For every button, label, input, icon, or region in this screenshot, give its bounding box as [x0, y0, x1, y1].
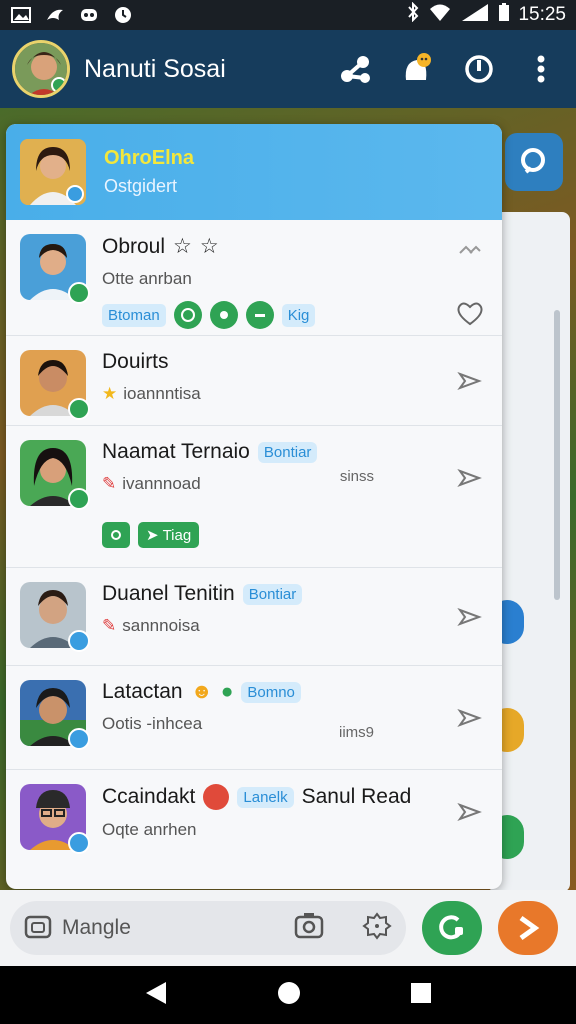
timestamp: iims9: [338, 724, 374, 741]
camera-icon[interactable]: [102, 522, 130, 548]
message-preview: ioannntisa: [123, 384, 201, 403]
forward-icon[interactable]: [456, 464, 484, 492]
message-input[interactable]: Mangle: [10, 901, 406, 955]
list-item[interactable]: Latactan ☻ ● Bomno Ootis -inhcea iims9: [6, 666, 502, 770]
role-chip: Bontiar: [257, 441, 318, 463]
message-preview: Otte anrban: [102, 269, 192, 288]
online-badge: [68, 398, 90, 420]
send-button[interactable]: [498, 901, 558, 955]
call-button[interactable]: [422, 901, 482, 955]
wifi-icon: [428, 2, 452, 28]
online-badge: [68, 488, 90, 510]
gallery-icon[interactable]: [24, 913, 52, 944]
power-icon[interactable]: [462, 52, 496, 86]
contact-name: Obroul: [102, 234, 166, 258]
bird-icon: [44, 6, 66, 24]
online-badge: [68, 282, 90, 304]
message-preview: Ootis -inhcea: [102, 714, 203, 733]
share-icon[interactable]: [338, 52, 372, 86]
list-item[interactable]: Douirts ★ ioannntisa: [6, 336, 502, 426]
chat-list-panel: OhroElna Ostgidert Obroul ☆ ☆ Otte anrba…: [6, 124, 502, 889]
notifications-icon[interactable]: [400, 52, 434, 86]
contact-name: Latactan: [102, 680, 183, 703]
gear-icon[interactable]: [209, 301, 238, 329]
home-icon[interactable]: [276, 980, 302, 1011]
pen-icon: ✎: [102, 474, 117, 493]
list-item[interactable]: Obroul ☆ ☆ Otte anrban Btoman Kig: [6, 220, 502, 336]
status-bar: 15:25: [0, 0, 576, 30]
pen-icon: ✎: [102, 616, 117, 635]
app-header: Nanuti Sosai: [0, 30, 576, 108]
camera-icon[interactable]: [294, 911, 324, 946]
online-badge: [68, 728, 90, 750]
message-preview: sannnoisa: [122, 616, 200, 635]
star-icon: ☆: [173, 235, 192, 258]
more-icon[interactable]: [524, 52, 558, 86]
clock-icon: [112, 6, 134, 24]
timestamp: sinss: [339, 468, 374, 485]
online-badge: [68, 630, 90, 652]
tag-chip[interactable]: Kig: [281, 303, 316, 327]
forward-icon[interactable]: [456, 367, 484, 395]
panel-title: OhroElna: [104, 147, 195, 169]
bluetooth-icon: [406, 1, 420, 28]
emoji-icon: ☻: [190, 680, 213, 703]
heart-icon[interactable]: [456, 300, 484, 331]
photo-icon: [10, 6, 32, 24]
thumbs-up-icon: ●: [220, 680, 234, 703]
system-nav-bar: [0, 966, 576, 1024]
star-icon: ☆: [199, 235, 219, 258]
globe-icon[interactable]: [173, 301, 202, 329]
list-item[interactable]: Ccaindakt Lanelk Sanul Read Oqte anrhen: [6, 770, 502, 886]
contact-name: Douirts: [102, 350, 169, 373]
profile-avatar[interactable]: [12, 40, 70, 98]
forward-icon[interactable]: [456, 704, 484, 732]
signal-icon: [460, 2, 490, 28]
back-icon[interactable]: [144, 980, 168, 1011]
forward-icon[interactable]: [456, 603, 484, 631]
panel-subtitle: Ostgidert: [104, 176, 178, 196]
message-input-bar: Mangle: [0, 890, 576, 966]
avatar: [20, 139, 86, 205]
sticker-icon[interactable]: [362, 911, 392, 946]
recents-icon[interactable]: [410, 982, 432, 1009]
contact-name: Naamat Ternaio: [102, 440, 250, 463]
battery-icon: [498, 2, 510, 28]
minus-icon[interactable]: [245, 301, 274, 329]
panel-header[interactable]: OhroElna Ostgidert: [6, 124, 502, 220]
contact-name: Ccaindakt: [102, 785, 196, 808]
emoji-icon: [203, 784, 230, 810]
online-badge: [68, 832, 90, 854]
role-chip: Bontiar: [242, 583, 303, 605]
role-chip: Bomno: [241, 681, 301, 703]
chevron-up-icon[interactable]: [458, 242, 482, 260]
status-time: 15:25: [518, 4, 566, 25]
game-icon: [78, 6, 100, 24]
input-placeholder: Mangle: [62, 916, 131, 939]
scrollbar[interactable]: [554, 310, 560, 600]
contact-name: Duanel Tenitin: [102, 582, 235, 605]
star-emoji-icon: ★: [102, 384, 118, 403]
tag-chip[interactable]: Btoman: [102, 303, 166, 327]
forward-icon[interactable]: [456, 798, 484, 826]
arrow-icon: ➤: [146, 527, 159, 544]
message-preview: Oqte anrhen: [102, 820, 197, 839]
tag-chip[interactable]: ➤ Tiag: [138, 522, 200, 548]
app-title: Nanuti Sosai: [84, 54, 226, 83]
message-preview: ivannnoad: [122, 474, 201, 493]
search-icon[interactable]: [505, 133, 563, 191]
secondary-name: Sanul Read: [301, 785, 412, 808]
role-chip: Lanelk: [237, 786, 294, 808]
list-item[interactable]: Naamat Ternaio Bontiar ✎ ivannnoad ➤ Tiag…: [6, 426, 502, 568]
list-item[interactable]: Duanel Tenitin Bontiar ✎ sannnoisa: [6, 568, 502, 666]
